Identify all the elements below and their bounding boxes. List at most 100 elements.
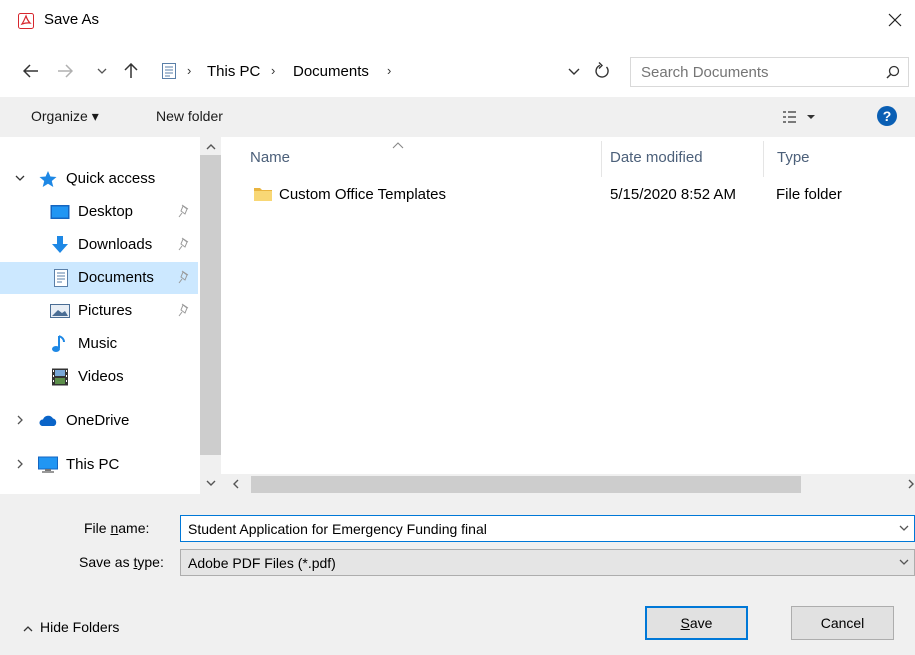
command-toolbar: Organize ▾ New folder ? [0,97,915,137]
details-view-icon [783,111,796,123]
breadcrumb-this-pc[interactable]: This PC [207,63,260,80]
nav-item-downloads[interactable]: Downloads [0,229,198,261]
file-name-input[interactable] [188,520,878,538]
help-button[interactable]: ? [877,106,897,126]
view-options-button[interactable] [780,107,824,127]
nav-item-onedrive[interactable]: OneDrive [0,405,198,437]
save-button-label: ave [689,615,713,631]
close-icon [888,13,902,27]
pin-icon [178,303,189,317]
file-name-combobox[interactable] [180,515,915,542]
scrollbar-thumb[interactable] [200,155,221,455]
navigation-pane-scrollbar[interactable] [200,137,221,494]
column-header-type[interactable]: Type [764,137,915,177]
close-button[interactable] [875,0,915,40]
breadcrumb-documents[interactable]: Documents [293,63,369,80]
search-box[interactable] [630,57,909,87]
cloud-icon [39,415,57,426]
save-as-type-label-part: Save as [79,554,134,570]
hide-folders-label: Hide Folders [40,619,120,635]
scroll-down-arrow-icon[interactable] [205,477,217,489]
file-row[interactable]: Custom Office Templates 5/15/2020 8:52 A… [249,181,915,207]
chevron-down-icon [97,68,107,74]
save-as-type-select[interactable]: Adobe PDF Files (*.pdf) [180,549,915,576]
breadcrumb-separator: › [271,63,276,78]
file-name-label: File name: [84,520,149,536]
nav-item-label: Pictures [78,302,133,319]
column-header-name[interactable]: Name [241,137,601,177]
chevron-down-icon [807,115,815,119]
nav-item-label: Downloads [78,236,153,253]
refresh-icon[interactable] [592,61,612,81]
scroll-up-arrow-icon[interactable] [205,141,217,153]
organize-button[interactable]: Organize ▾ [31,108,99,125]
nav-item-pictures[interactable]: Pictures [0,295,198,327]
forward-button[interactable] [54,60,76,82]
back-button[interactable] [20,60,42,82]
scroll-right-arrow-icon[interactable] [907,478,915,490]
arrow-left-icon [23,64,38,78]
chevron-right-icon[interactable] [14,413,26,427]
arrow-right-icon [58,64,73,78]
recent-locations-button[interactable] [94,60,110,82]
pin-icon [178,204,189,218]
up-button[interactable] [120,60,142,82]
chevron-right-icon[interactable] [14,457,26,471]
address-row: › This PC › Documents › [0,54,915,88]
save-as-type-label: Save as type: [79,554,164,570]
file-name: Custom Office Templates [279,186,447,203]
address-dropdown-icon[interactable] [565,62,583,80]
nav-item-label: Documents [78,269,154,286]
window-title: Save As [44,11,100,28]
nav-item-music[interactable]: Music [0,328,198,360]
save-button-accesskey: S [680,615,690,631]
arrow-up-icon [124,63,138,78]
scroll-left-arrow-icon[interactable] [231,478,241,490]
nav-item-quick-access[interactable]: Quick access [0,163,198,195]
column-header-label: Name [250,149,291,166]
chevron-up-icon [23,626,33,632]
documents-icon [54,269,68,287]
download-arrow-icon [52,236,68,253]
breadcrumb-separator: › [187,63,192,78]
save-button[interactable]: Save [645,606,748,640]
folder-icon [254,188,272,201]
navigation-pane: Quick access Desktop Downloads Documents [0,137,220,494]
file-list-horizontal-scrollbar[interactable] [221,474,915,494]
chevron-down-icon[interactable] [898,523,910,533]
column-header-label: Type [777,149,810,166]
nav-item-label: Videos [78,368,124,385]
nav-item-label: OneDrive [66,412,130,429]
save-as-type-value: Adobe PDF Files (*.pdf) [188,555,336,571]
search-input[interactable] [641,63,861,81]
save-options-panel: File name: Save as type: Adobe PDF Files… [0,494,915,655]
pin-icon [178,270,189,284]
nav-item-desktop[interactable]: Desktop [0,196,198,228]
nav-item-this-pc[interactable]: This PC [0,449,198,481]
pin-icon [178,237,189,251]
documents-icon [162,63,176,79]
nav-item-videos[interactable]: Videos [0,361,198,393]
adobe-pdf-icon [18,13,34,29]
scrollbar-thumb[interactable] [251,476,801,493]
cancel-button[interactable]: Cancel [791,606,894,640]
chevron-down-icon[interactable] [14,171,26,185]
file-list: Name Date modified Type Custom Office Te… [221,137,915,474]
desktop-icon [50,205,70,219]
nav-item-label: This PC [66,456,120,473]
sort-ascending-icon [392,142,404,149]
new-folder-button[interactable]: New folder [156,108,223,124]
file-name-label-part: ame: [118,520,150,536]
column-header-label: Date modified [610,149,703,166]
file-type: File folder [776,186,842,203]
nav-item-documents[interactable]: Documents [0,262,198,294]
film-icon [52,368,68,386]
search-icon [886,65,900,79]
column-header-date-modified[interactable]: Date modified [602,137,762,177]
pictures-icon [50,304,70,318]
chevron-down-icon[interactable] [898,557,910,567]
nav-item-label: Music [78,335,118,352]
nav-item-label: Desktop [78,203,134,220]
title-bar[interactable]: Save As [0,0,915,40]
address-bar[interactable]: › This PC › Documents › [155,58,619,86]
